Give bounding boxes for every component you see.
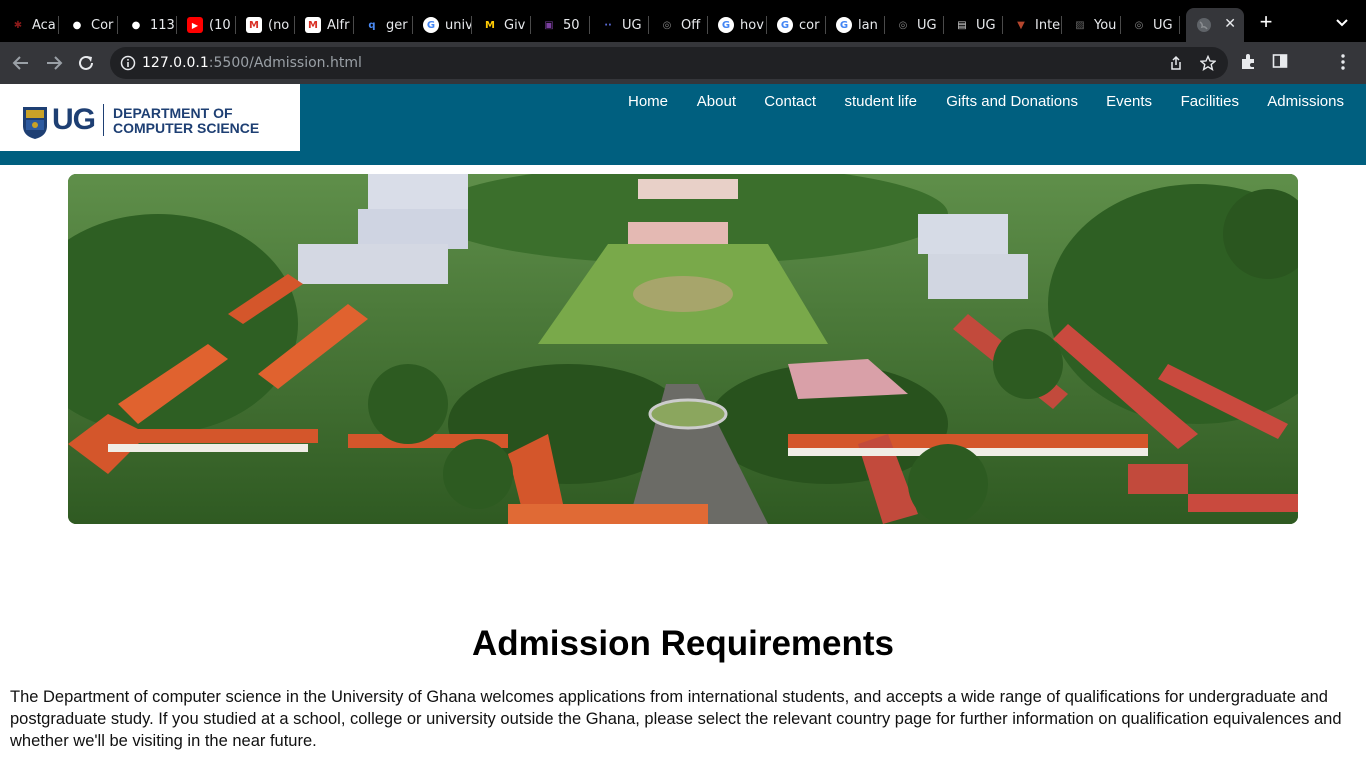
github-icon: ● [72, 19, 82, 31]
bookmark-star-icon[interactable] [1199, 54, 1217, 76]
admission-intro-text: The Department of computer science in th… [10, 688, 1342, 750]
image-icon: ▨ [1075, 19, 1085, 31]
globe-icon: ◎ [898, 19, 908, 31]
browser-tab[interactable]: Ghov [708, 8, 767, 42]
logo-divider [103, 104, 104, 136]
browser-tab[interactable]: M Alfr [295, 8, 354, 42]
gmail-icon: M [305, 17, 321, 33]
browser-tab-label: UG [976, 17, 996, 33]
nav-events[interactable]: Events [1106, 93, 1152, 110]
browser-tab-label: hov [740, 17, 764, 33]
nav-contact[interactable]: Contact [764, 93, 816, 110]
google-icon: G [423, 17, 439, 33]
forward-arrow-icon[interactable] [43, 52, 65, 74]
browser-tab[interactable]: ◎ UG [885, 8, 944, 42]
new-tab-button[interactable]: + [1256, 11, 1276, 33]
youtube-icon: ▶ [187, 17, 203, 33]
browser-tab-label: ger [386, 17, 408, 33]
reload-icon[interactable] [75, 52, 97, 74]
academic-icon: ✱ [13, 19, 23, 31]
browser-tab-strip: ✱ Aca ● Cor ● 113 ▶ (10 M (no M Alfr q ger Guniv M Giv ▣ 5… [0, 0, 1366, 42]
browser-tab-label: UG [622, 17, 642, 33]
menu-kebab-icon[interactable] [1340, 53, 1346, 76]
browser-tab[interactable]: ✱ Aca [0, 8, 59, 42]
tab-separator [1179, 16, 1180, 34]
github-icon: ● [131, 19, 141, 31]
browser-tab[interactable]: ◎ UG [1121, 8, 1180, 42]
dots-icon: ·· [604, 19, 612, 31]
share-icon[interactable] [1168, 55, 1184, 76]
department-name-line2: COMPUTER SCIENCE [113, 120, 260, 136]
nav-student-life[interactable]: student life [844, 93, 917, 110]
browser-tab-label: UG [917, 17, 937, 33]
page-icon: ▤ [957, 19, 967, 31]
page-title: Admission Requirements [471, 624, 895, 663]
browser-tab-label: Cor [91, 17, 114, 33]
google-icon: G [777, 17, 793, 33]
department-name-line1: DEPARTMENT OF [113, 105, 233, 121]
nav-gifts-and-donations[interactable]: Gifts and Donations [946, 93, 1078, 110]
browser-toolbar: 127.0.0.1:5500/Admission.html [0, 42, 1366, 84]
browser-tab-label: Giv [504, 17, 526, 33]
google-icon: G [718, 17, 734, 33]
nav-home[interactable]: Home [628, 93, 668, 110]
google-icon: G [836, 17, 852, 33]
gmail-icon: M [246, 17, 262, 33]
browser-tab[interactable]: ◎ Off [649, 8, 708, 42]
browser-tab-label: lan [858, 17, 878, 33]
browser-tab[interactable]: ● Cor [59, 8, 118, 42]
browser-tab[interactable]: ▶ (10 [177, 8, 236, 42]
browser-tab[interactable]: M (no [236, 8, 295, 42]
browser-tab[interactable]: Glan [826, 8, 885, 42]
michigan-icon: M [485, 19, 495, 31]
browser-tab-label: Aca [32, 17, 56, 33]
browser-tab-label: UG [1153, 17, 1173, 33]
browser-tab-label: Inte [1035, 17, 1061, 33]
browser-tab-label: You [1094, 17, 1117, 33]
browser-tab[interactable]: q ger [354, 8, 413, 42]
globe-icon: ◎ [662, 19, 672, 31]
browser-tab[interactable]: ·· UG [590, 8, 649, 42]
site-header: UG DEPARTMENT OF COMPUTER SCIENCE Home A… [0, 84, 1366, 165]
nav-about[interactable]: About [697, 93, 736, 110]
globe-icon [1196, 17, 1212, 33]
browser-tab[interactable]: M Giv [472, 8, 531, 42]
browser-tab[interactable]: Gcor [767, 8, 826, 42]
extensions-icon[interactable] [1239, 53, 1257, 76]
browser-tab[interactable]: ▣ 50 [531, 8, 590, 42]
browser-tab-label: (10 [209, 17, 231, 33]
logo-ug-text: UG [52, 103, 96, 136]
department-logo[interactable]: UG DEPARTMENT OF COMPUTER SCIENCE [0, 84, 300, 151]
site-info-icon[interactable] [120, 55, 136, 76]
nav-admissions[interactable]: Admissions [1267, 93, 1344, 110]
tab-search-chevron-icon[interactable] [1334, 14, 1350, 30]
browser-tab-label: (no [268, 17, 290, 33]
browser-tab-label: cor [799, 17, 820, 33]
browser-tab[interactable]: Guniv [413, 8, 472, 42]
back-arrow-icon[interactable] [10, 52, 32, 74]
department-name: DEPARTMENT OF COMPUTER SCIENCE [113, 106, 259, 136]
address-bar[interactable]: 127.0.0.1:5500/Admission.html [110, 47, 1228, 79]
nav-facilities[interactable]: Facilities [1181, 93, 1239, 110]
browser-tab-active[interactable]: ✕ [1186, 8, 1244, 42]
browser-tab-label: Off [681, 17, 701, 33]
browser-tab[interactable]: ● 113 [118, 8, 177, 42]
browser-tab[interactable]: ▨ You [1062, 8, 1121, 42]
search-icon: q [368, 19, 376, 31]
browser-tab-label: univ [445, 17, 472, 33]
ug-crest-icon [23, 107, 47, 139]
browser-tab-label: Alfr [327, 17, 350, 33]
browser-tab[interactable]: ▤ UG [944, 8, 1003, 42]
close-tab-icon[interactable]: ✕ [1224, 16, 1236, 32]
browser-tab[interactable]: ▼ Inte [1003, 8, 1062, 42]
app-icon: ▣ [544, 19, 554, 31]
campus-aerial-image [68, 174, 1298, 524]
crest-icon: ▼ [1017, 19, 1025, 31]
browser-tab-label: 113 [150, 17, 175, 33]
url-text: 127.0.0.1:5500/Admission.html [142, 55, 362, 71]
globe-icon: ◎ [1134, 19, 1144, 31]
browser-tab-label: 50 [563, 17, 580, 33]
side-panel-icon[interactable] [1272, 53, 1288, 74]
